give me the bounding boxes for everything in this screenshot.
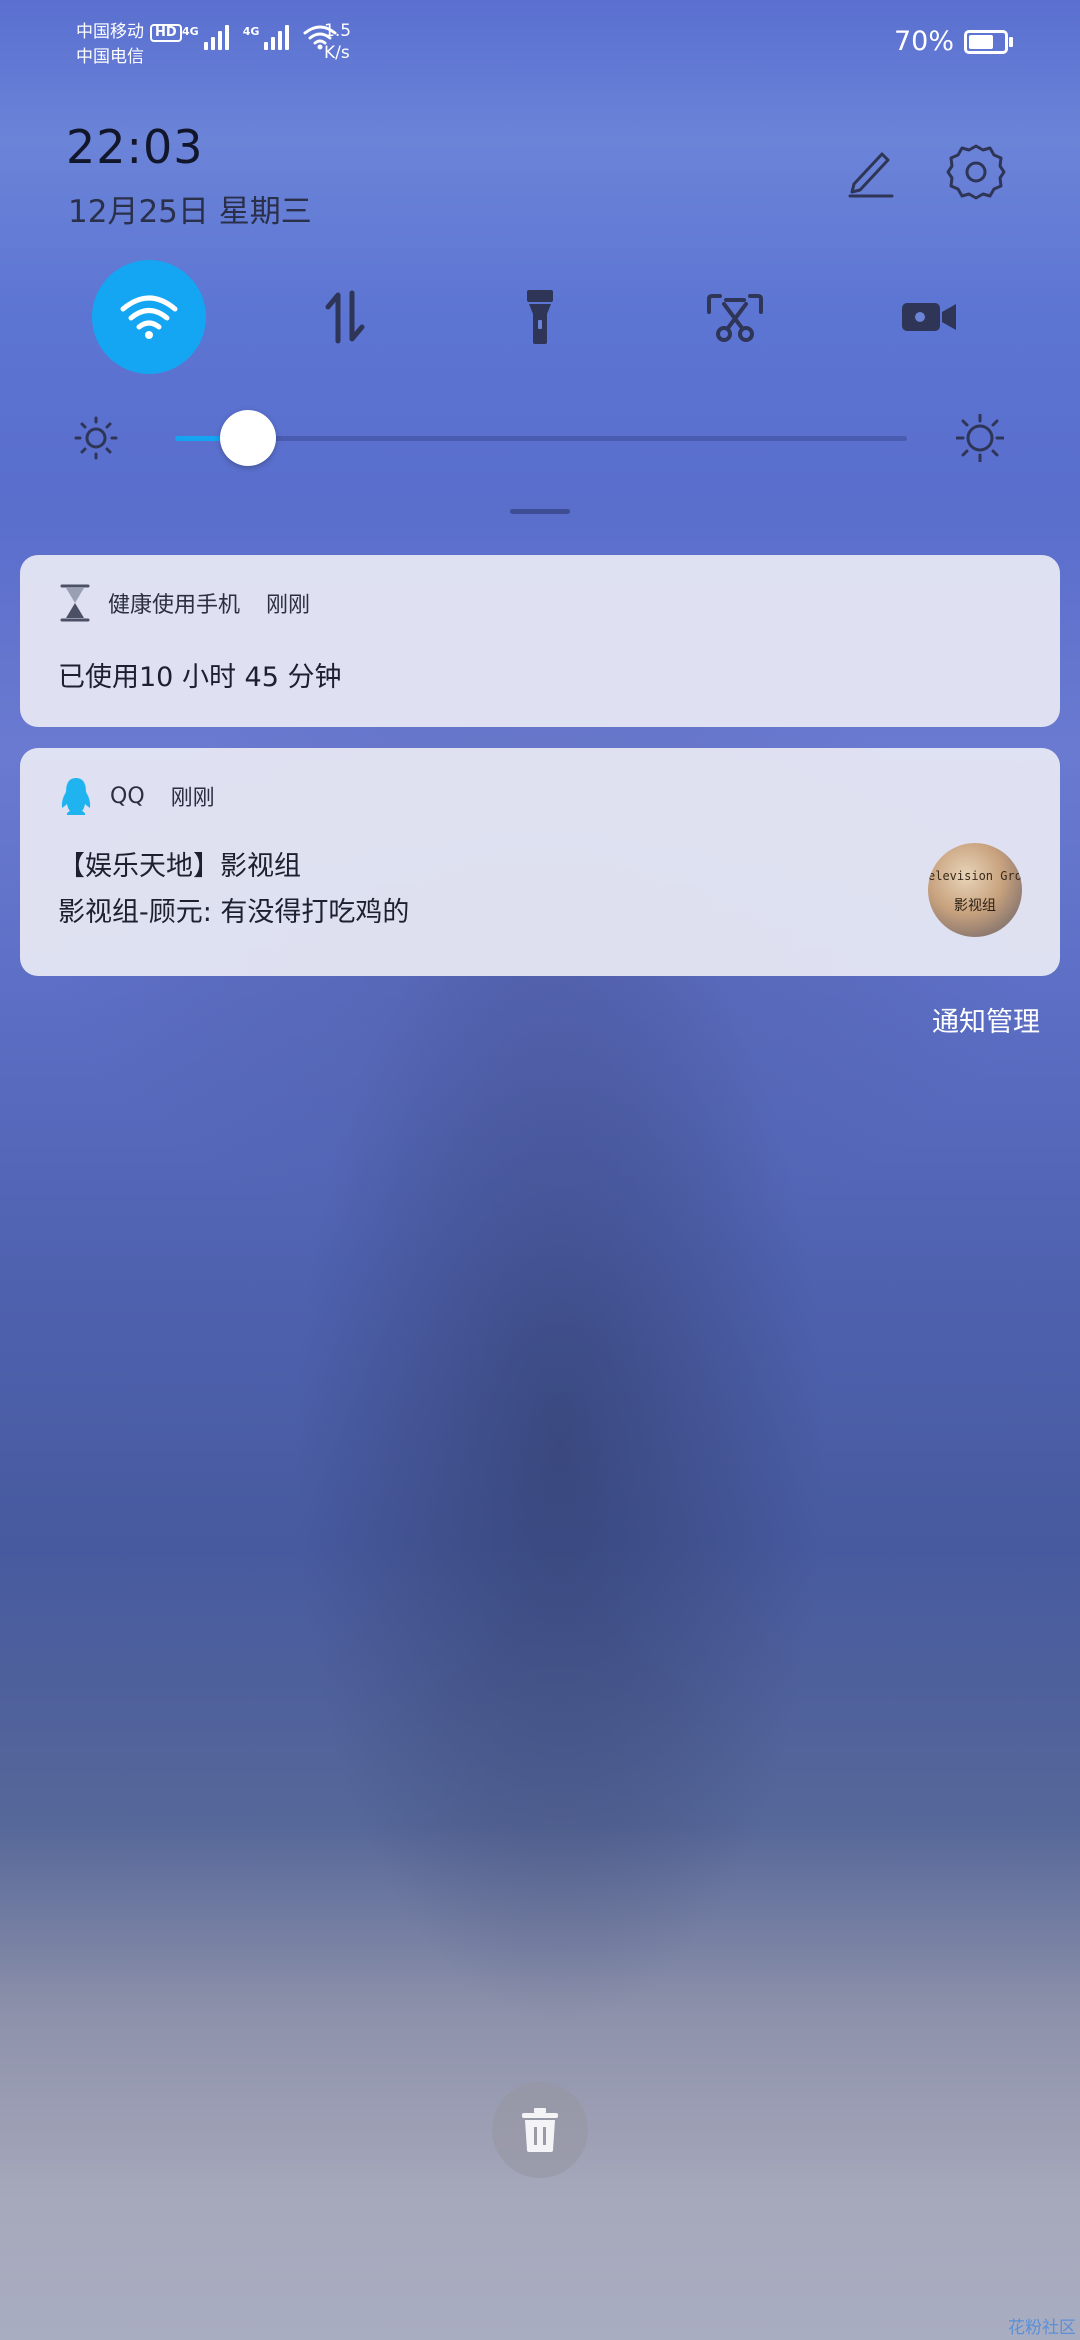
clear-notifications-button[interactable]: [492, 2082, 588, 2178]
notification-app-name: 健康使用手机: [108, 593, 241, 618]
scissors-icon: [707, 294, 763, 342]
brightness-low-icon: [74, 416, 118, 460]
video-camera-icon: [902, 303, 956, 331]
brightness-track[interactable]: [175, 436, 907, 441]
battery-percent: 70%: [893, 26, 954, 57]
notification-management-link[interactable]: 通知管理: [932, 1000, 1040, 1039]
clock-time: 22:03: [66, 120, 204, 174]
clock-date: 12月25日 星期三: [68, 194, 312, 230]
notification-app-name: QQ: [110, 783, 145, 809]
speed-value: 1.5: [324, 21, 352, 41]
avatar-text: 影视组: [954, 898, 996, 914]
toggle-screen-record[interactable]: [873, 260, 987, 374]
avatar-text: elevision Grou: [928, 869, 1022, 883]
watermark: 花粉社区: [1008, 2318, 1076, 2338]
edit-toggles-button[interactable]: [840, 140, 900, 200]
panel-drag-handle[interactable]: [510, 509, 570, 514]
carrier-2: 中国电信: [76, 47, 144, 67]
signal-1-icon: 4G: [182, 25, 229, 50]
brightness-high-icon: [955, 413, 1005, 463]
qq-penguin-icon: [61, 778, 91, 815]
notification-body: 影视组-顾元: 有没得打吃鸡的: [58, 897, 410, 928]
notification-time: 刚刚: [266, 593, 311, 618]
notification-card-health[interactable]: 健康使用手机 刚刚 已使用10 小时 45 分钟: [20, 555, 1060, 727]
wifi-icon: [120, 295, 178, 339]
status-carriers: 中国移动 HD 中国电信: [76, 20, 182, 70]
network-speed: 1.5 K/s: [324, 20, 351, 64]
toggle-flashlight[interactable]: [483, 260, 597, 374]
flashlight-icon: [527, 290, 553, 344]
notification-header: 健康使用手机 刚刚: [58, 583, 310, 623]
battery-icon: [964, 29, 1013, 54]
battery-indicator: 70%: [893, 26, 1013, 57]
speed-unit: K/s: [324, 43, 350, 63]
brightness-slider-handle[interactable]: [220, 410, 276, 466]
toggle-mobile-data[interactable]: [288, 260, 402, 374]
pencil-icon: [848, 152, 894, 198]
notification-avatar: elevision Grou 影视组: [928, 843, 1022, 937]
signal-2-icon: 4G: [243, 25, 290, 50]
toggle-screenshot[interactable]: [678, 260, 792, 374]
notification-title: 【娱乐天地】影视组: [58, 851, 301, 882]
hourglass-icon: [60, 584, 90, 622]
notification-time: 刚刚: [170, 786, 215, 811]
settings-button[interactable]: [944, 140, 1008, 204]
notification-body: 已使用10 小时 45 分钟: [58, 662, 342, 693]
hd-badge: HD: [150, 23, 182, 42]
data-arrows-icon: [325, 290, 365, 344]
gear-icon: [946, 144, 1006, 200]
trash-icon: [522, 2108, 558, 2152]
toggle-wifi[interactable]: [92, 260, 206, 374]
notification-card-qq[interactable]: QQ 刚刚 【娱乐天地】影视组 影视组-顾元: 有没得打吃鸡的 elevisio…: [20, 748, 1060, 976]
signal-indicators: 4G 4G: [182, 24, 337, 50]
carrier-1: 中国移动: [76, 22, 144, 42]
notification-header: QQ 刚刚: [58, 776, 215, 816]
